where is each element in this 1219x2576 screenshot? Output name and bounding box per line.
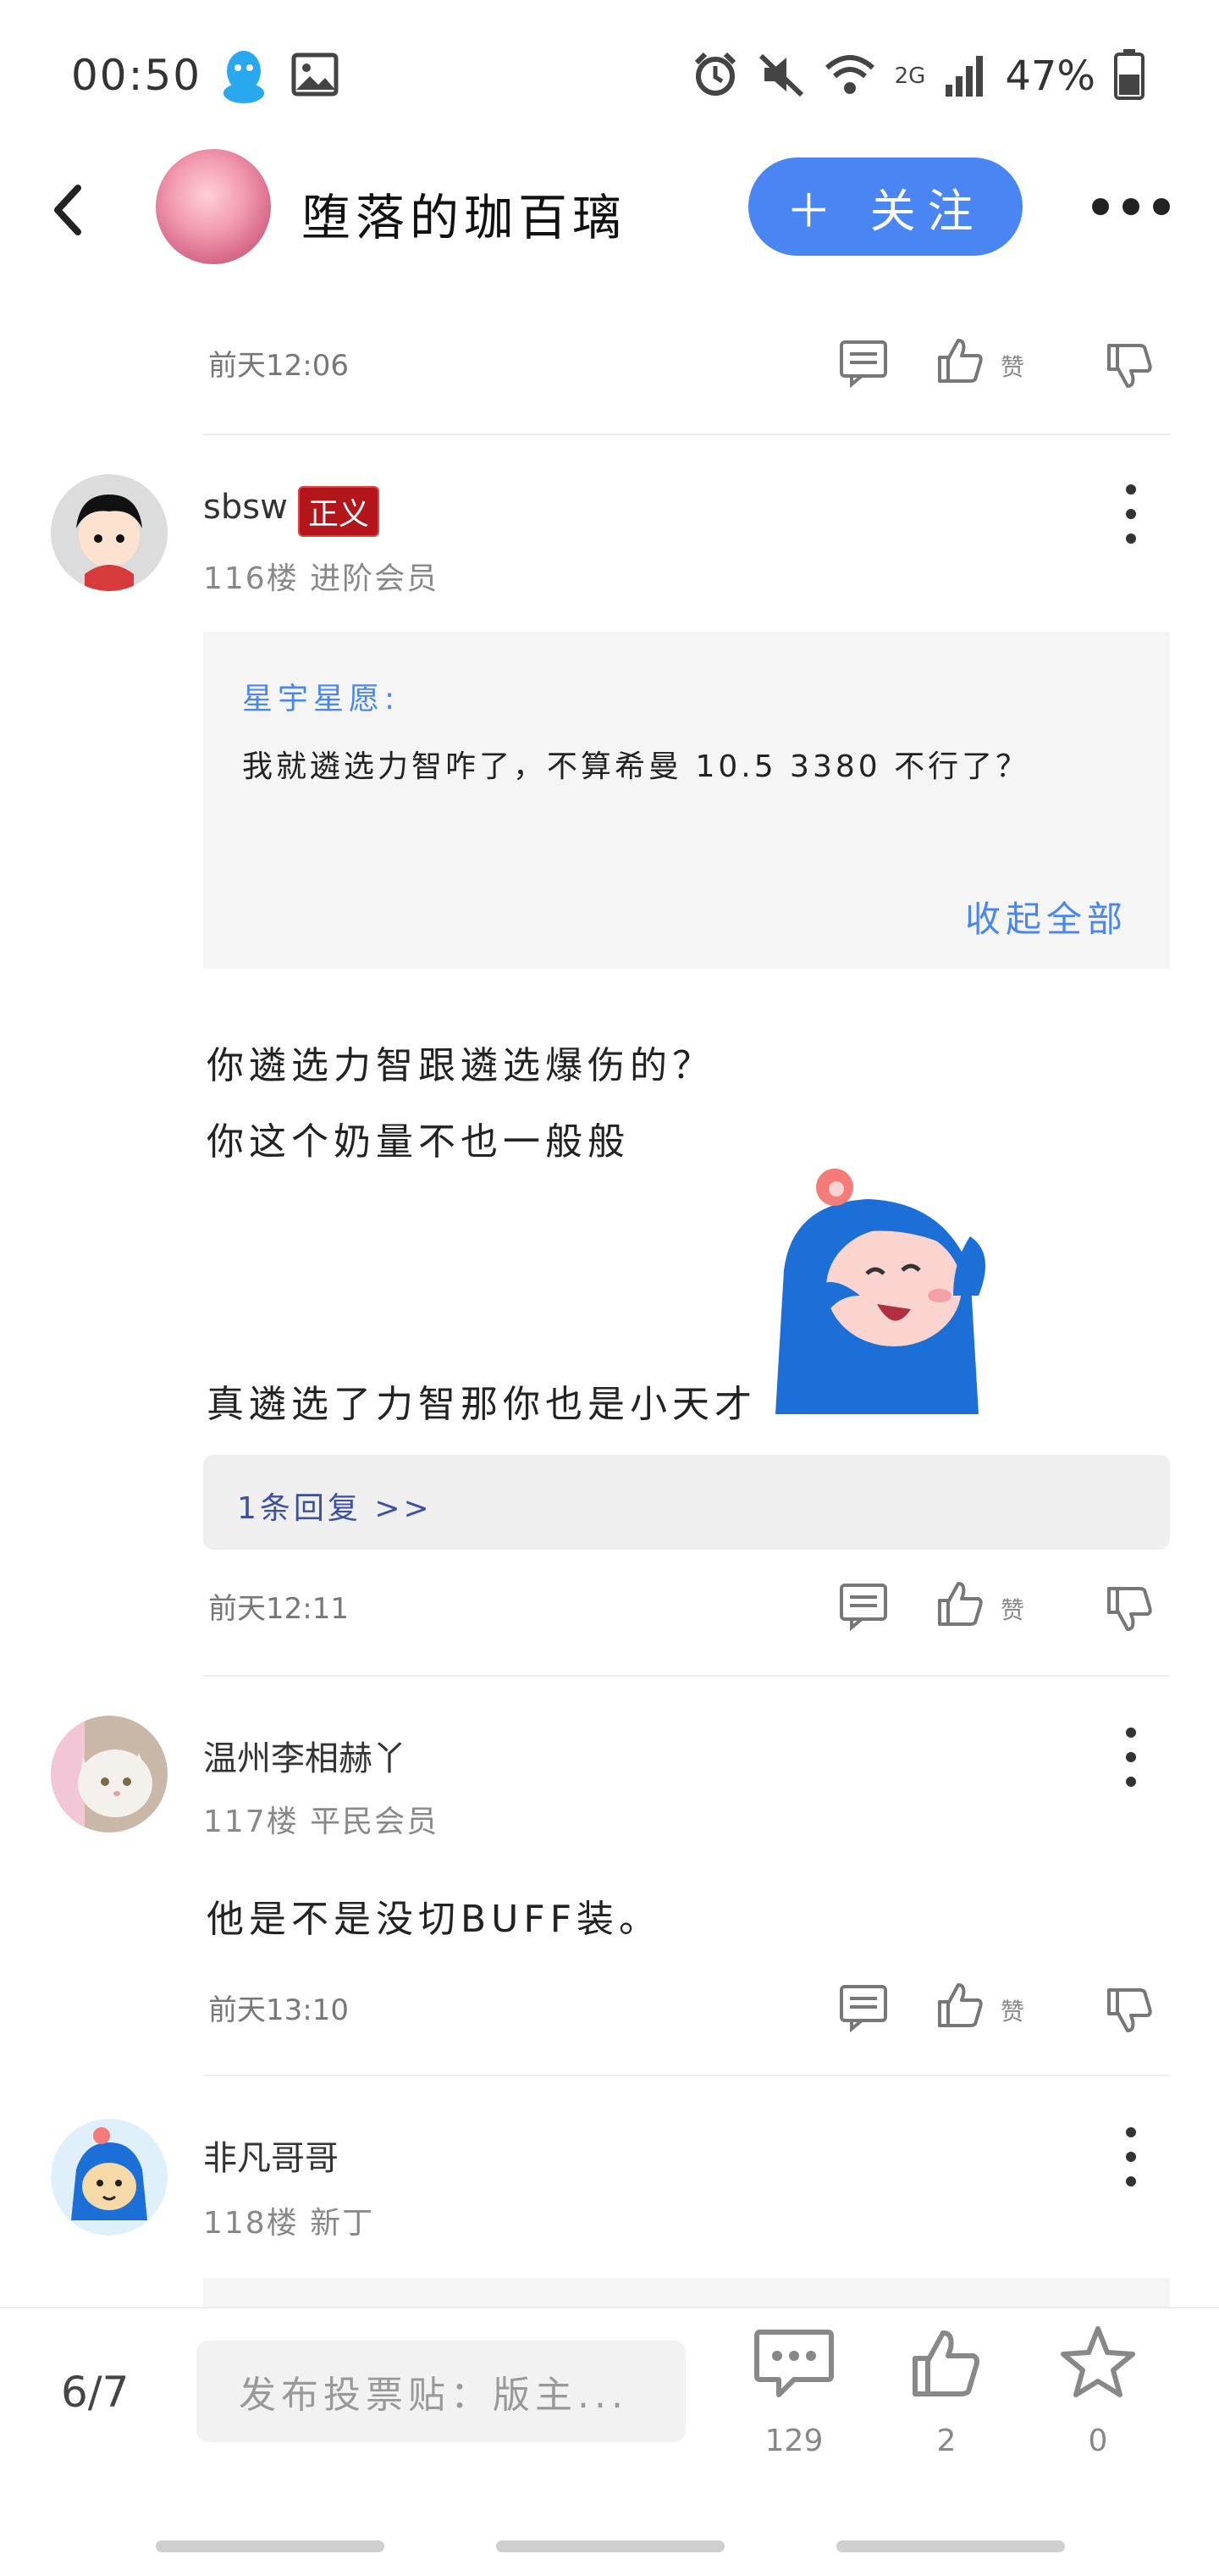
post-time: 前天12:11 [208, 1592, 349, 1626]
comment-icon[interactable] [838, 1580, 889, 1634]
username[interactable]: sbsw [203, 488, 288, 527]
favorite-count: 0 [1088, 2424, 1108, 2458]
nav-pill-center[interactable] [496, 2540, 725, 2552]
author-name[interactable]: 堕落的珈百璃 [301, 178, 626, 249]
comment-bubble-icon [754, 2330, 834, 2397]
mute-icon [758, 51, 805, 102]
like-button[interactable] [907, 2325, 984, 2405]
comments-button[interactable] [753, 2327, 835, 2403]
post-text-line: 你这个奶量不也一般般 [207, 1120, 630, 1164]
dot [1126, 484, 1136, 495]
comment-icon[interactable] [838, 1982, 889, 2036]
status-icons: 2G 47% [692, 49, 1145, 103]
post-time: 前天12:06 [208, 349, 349, 383]
quote-box [203, 2278, 1170, 2307]
dot [1126, 1777, 1136, 1787]
floor-info: 118楼 新丁 [203, 2206, 375, 2241]
thumbs-up-icon[interactable] [935, 1578, 985, 1633]
thumbs-up-icon [913, 2330, 979, 2396]
divider [203, 2075, 1170, 2076]
quote-author[interactable]: 星宇星愿: [242, 674, 400, 718]
dot [1126, 2176, 1136, 2186]
post-menu-button[interactable] [1122, 484, 1139, 544]
dot [1153, 198, 1170, 215]
dot [1126, 1727, 1136, 1738]
divider [203, 1675, 1170, 1677]
qq-icon [222, 49, 266, 108]
status-time: 00:50 [71, 51, 202, 100]
compose-input[interactable]: 发布投票贴：版主... [196, 2341, 686, 2442]
like-label: 赞 [1001, 1998, 1025, 2026]
collapse-all-button[interactable]: 收起全部 [965, 891, 1128, 943]
favorite-button[interactable] [1058, 2324, 1138, 2403]
like-label: 赞 [1001, 353, 1025, 381]
user-badge: 正义 [298, 486, 380, 537]
post-text-line: 你遴选力智跟遴选爆伤的？ [207, 1044, 714, 1087]
post-time: 前天13:10 [208, 1993, 349, 2027]
battery-percent: 47% [1005, 53, 1095, 100]
user-avatar[interactable] [51, 474, 168, 591]
dot [1126, 533, 1136, 544]
like-count: 2 [936, 2424, 957, 2458]
divider [203, 434, 1170, 435]
post-menu-button[interactable] [1122, 1727, 1139, 1787]
author-avatar[interactable] [156, 149, 271, 264]
battery-icon [1114, 49, 1145, 103]
dot [1092, 198, 1109, 215]
back-button[interactable] [44, 176, 95, 244]
nav-pill-right[interactable] [836, 2540, 1065, 2552]
follow-button[interactable]: ＋ 关注 [748, 158, 1023, 256]
thumbs-up-icon[interactable] [935, 1980, 985, 2034]
post-text-line: 他是不是没切BUFF装。 [207, 1898, 662, 1941]
floor-info: 116楼 进阶会员 [203, 561, 439, 596]
view-replies-link[interactable]: 1条回复 >> [237, 1484, 433, 1528]
thumbs-down-icon[interactable] [1104, 340, 1155, 395]
star-icon [1061, 2326, 1135, 2397]
alarm-icon [692, 51, 739, 102]
username[interactable]: 温州李相赫丫 [203, 1731, 406, 1780]
more-options-button[interactable] [1092, 190, 1185, 224]
thumbs-up-icon[interactable] [935, 335, 985, 390]
post-menu-button[interactable] [1122, 2127, 1139, 2186]
thumbs-down-icon[interactable] [1104, 1985, 1155, 2039]
dot [1126, 2152, 1136, 2162]
dot [1122, 198, 1139, 215]
nav-pill-left[interactable] [156, 2540, 384, 2552]
dot [1126, 1752, 1136, 1762]
network-type: 2G [894, 64, 926, 89]
chevron-left-icon [54, 185, 81, 235]
comment-icon[interactable] [838, 337, 889, 391]
wifi-icon [824, 51, 876, 102]
sticker-image [767, 1169, 1004, 1418]
post-text-line: 真遴选了力智那你也是小天才 [207, 1383, 757, 1426]
floor-info: 117楼 平民会员 [203, 1805, 439, 1839]
signal-icon [944, 51, 986, 102]
user-avatar[interactable] [51, 1716, 168, 1832]
page-indicator[interactable]: 6/7 [61, 2368, 129, 2417]
quote-text: 我就遴选力智咋了，不算希曼 10.5 3380 不行了？ [242, 749, 1030, 784]
user-avatar[interactable] [51, 2119, 168, 2236]
comment-count: 129 [764, 2424, 824, 2458]
username[interactable]: 非凡哥哥 [203, 2131, 339, 2180]
dot [1126, 2127, 1136, 2137]
dot [1126, 509, 1136, 519]
thumbs-down-icon[interactable] [1104, 1584, 1155, 1638]
gallery-icon [291, 53, 339, 100]
like-label: 赞 [1001, 1596, 1025, 1624]
